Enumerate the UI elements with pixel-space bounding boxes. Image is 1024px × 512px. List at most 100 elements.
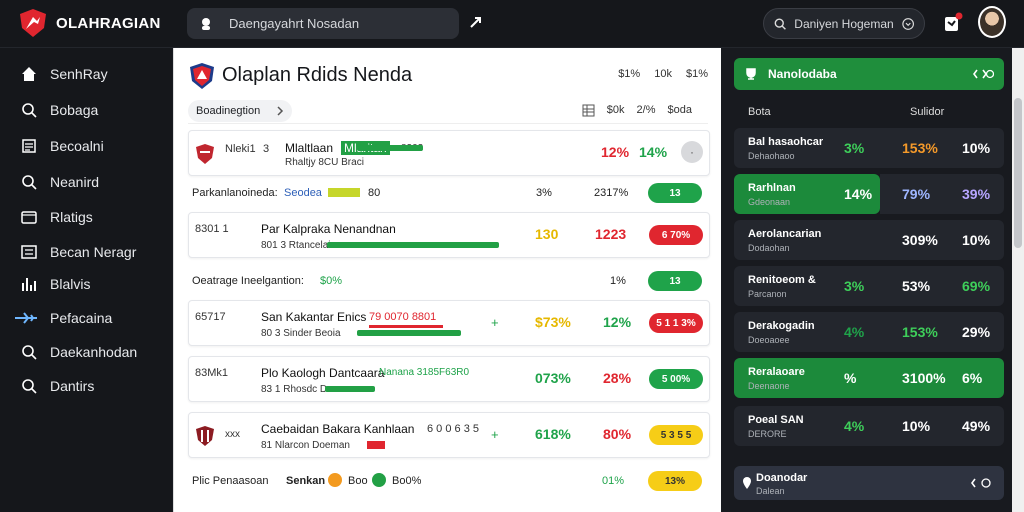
strip-num: 80	[368, 187, 381, 199]
top-bar: OLAHRAGIAN Daengayahrt Nosadan Daniyen H…	[0, 0, 1024, 48]
card-value-2: 53%	[902, 278, 931, 294]
sidebar-item-label: Neanird	[50, 174, 100, 190]
row-idnum: 3	[263, 143, 270, 155]
row-value-1: 618%	[535, 426, 571, 442]
row-value-1: 12%	[601, 144, 630, 160]
right-panel-header[interactable]: Nanolodaba	[734, 58, 1004, 90]
row-name: San Kakantar Enics	[261, 310, 367, 324]
collapse-icon[interactable]	[468, 14, 484, 30]
table-row[interactable]: xxx Caebaidan Bakara Kanhlaan 6 0 0 6 3 …	[188, 412, 710, 458]
status-badge[interactable]: 13	[648, 271, 702, 291]
sidebar-item-label: Pefacaina	[50, 310, 113, 326]
sidebar-item-daekanhodan[interactable]: Daekanhodan	[20, 341, 137, 363]
card-name: Poeal SAN	[748, 414, 804, 426]
brand-logo-icon	[20, 9, 46, 37]
status-badge[interactable]: 5 00%	[649, 369, 703, 389]
sidebar-item-bobaga[interactable]: Bobaga	[20, 99, 98, 121]
header-stat: $1%	[618, 68, 641, 80]
strip-stat: 1%	[610, 275, 626, 287]
strip-tag: Senkan	[286, 475, 326, 487]
card-name: Renitoeom &	[748, 274, 816, 286]
table-row[interactable]: 8301 1 Par Kalpraka Nenandnan 801 3 Rtan…	[188, 212, 710, 258]
home-icon	[22, 67, 36, 81]
sidebar-item-becan-neragr[interactable]: Becan Neragr	[20, 241, 136, 263]
row-tag: Nanana 3185F63R0	[379, 367, 470, 378]
sidebar-item-neanird[interactable]: Neanird	[20, 171, 99, 193]
sidebar-item-dantirs[interactable]: Dantirs	[20, 375, 94, 397]
right-card[interactable]: Poeal SAN DERORE 4% 10% 49%	[734, 406, 1004, 446]
status-badge[interactable]: 5 3 5 5	[649, 425, 703, 445]
row-id: 8301 1	[195, 223, 229, 235]
status-badge[interactable]: 13%	[648, 471, 702, 491]
strip-tag: $0%	[320, 275, 343, 287]
folder-icon	[21, 211, 37, 224]
row-value-2: 14%	[639, 144, 668, 160]
notification-icon[interactable]	[942, 12, 964, 34]
status-badge[interactable]: 13	[648, 183, 702, 203]
row-value-1: $73%	[535, 314, 571, 330]
green-dot-icon	[372, 473, 386, 487]
scrollbar-thumb[interactable]	[1014, 98, 1022, 248]
sidebar-item-blalvis[interactable]: Blalvis	[20, 273, 90, 295]
row-value-2: 1223	[595, 226, 627, 242]
top-search-input[interactable]: Daengayahrt Nosadan	[187, 8, 459, 39]
row-red-flag	[367, 441, 385, 449]
group-strip[interactable]: Oeatrage Ineelgantion: $0% 1% 13	[188, 268, 710, 294]
sidebar-item-pefacaina[interactable]: Pefacaina	[14, 307, 112, 329]
table-row[interactable]: 65717 San Kakantar Enics 79 0070 8801 80…	[188, 300, 710, 346]
table-row[interactable]: 83Mk1 Plo Kaologh Dantcaara Nanana 3185F…	[188, 356, 710, 402]
sidebar-item-rlatigs[interactable]: Rlatigs	[20, 206, 93, 228]
app-root: OLAHRAGIAN Daengayahrt Nosadan Daniyen H…	[0, 0, 1024, 512]
grid-icon[interactable]	[582, 104, 595, 117]
scrollbar[interactable]	[1012, 48, 1024, 512]
right-card[interactable]: Rarhlnan Gdeonaan 14% 79% 39%	[734, 174, 1004, 214]
chevron-down-icon[interactable]	[902, 17, 914, 31]
right-card[interactable]: Bal hasaohcar Dehaohaoo 3% 153% 10%	[734, 128, 1004, 168]
column-label: Sulidor	[910, 106, 945, 118]
header-stat: 10k	[654, 68, 672, 80]
right-card[interactable]: Aerolancarian Dodaohan 309% 10%	[734, 220, 1004, 260]
row-value-2: 12%	[603, 314, 632, 330]
right-card[interactable]: Renitoeom & Parcanon 3% 53% 69%	[734, 266, 1004, 306]
right-search-text: Daniyen Hogeman	[794, 16, 894, 31]
sidebar-item-home[interactable]: SenhRay	[20, 63, 108, 85]
card-value-1: %	[844, 370, 857, 386]
strip-extra: Boo	[348, 475, 368, 487]
bottom-card-sub: Dalean	[756, 486, 785, 496]
sidebar: SenhRay Bobaga Becoalni Neanird Rlatigs …	[0, 48, 172, 512]
status-badge[interactable]: 6 70%	[649, 225, 703, 245]
card-value-3: 10%	[962, 232, 991, 248]
card-value-2: 10%	[902, 418, 931, 434]
card-value-1: 3%	[844, 140, 865, 156]
sidebar-item-becoalni[interactable]: Becoalni	[20, 135, 104, 157]
row-id: 83Mk1	[195, 367, 229, 379]
filter-pill[interactable]: Boadinegtion	[188, 100, 293, 122]
right-card[interactable]: Derakogadin Doeoaoee 4% 153% 29%	[734, 312, 1004, 352]
row-code: 6 0 0 6 3 5	[427, 423, 479, 435]
status-badge[interactable]: 5 1 1 3%	[649, 313, 703, 333]
strip-stat: 01%	[602, 475, 625, 487]
strip-stat: 3%	[536, 187, 552, 199]
group-strip[interactable]: Parkanlanoineda: Seodea 80 3% 2317% 13	[188, 180, 710, 206]
location-pin-icon	[743, 477, 751, 489]
team-crest-icon	[196, 144, 214, 164]
avatar[interactable]	[978, 6, 1006, 38]
expand-icon[interactable]	[970, 476, 992, 490]
row-progress-bar	[357, 330, 461, 336]
card-value-2: 309%	[902, 232, 938, 248]
sidebar-item-label: Bobaga	[50, 102, 99, 118]
brand[interactable]: OLAHRAGIAN	[18, 8, 161, 38]
group-strip[interactable]: Plic Penaasoan Senkan Boo Bo0% 01% 13%	[188, 468, 710, 494]
right-card[interactable]: Reralaoare Deenaone% 3100% 6%	[734, 358, 1004, 398]
row-id: xxx	[225, 429, 240, 440]
more-button[interactable]: ·	[681, 141, 703, 163]
right-search-input[interactable]: Daniyen Hogeman	[763, 8, 925, 39]
card-value-2: 79%	[902, 186, 931, 202]
card-value-3: 39%	[962, 186, 991, 202]
team-crest-icon	[196, 426, 214, 446]
row-plus: +	[491, 315, 499, 330]
table-row[interactable]: Nleki1 3 Mlaltlaan Mlaritan 8303 Rhaltjy…	[188, 130, 710, 176]
right-bottom-card[interactable]: Doanodar Dalean	[734, 466, 1004, 500]
expand-icon[interactable]	[972, 67, 994, 81]
card-value-2: 153%	[902, 324, 938, 340]
